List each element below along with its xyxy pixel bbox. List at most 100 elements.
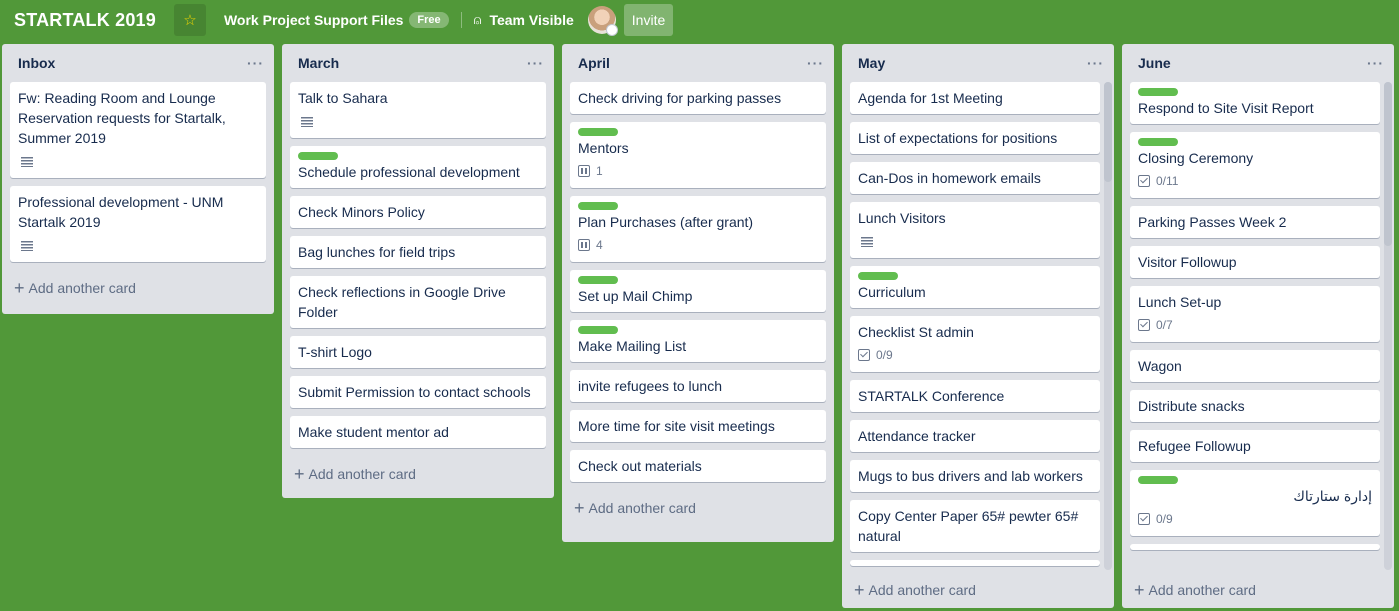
list-menu-icon[interactable]: ···: [807, 55, 824, 71]
card-label[interactable]: [1138, 476, 1178, 484]
card[interactable]: Make Mailing List: [570, 320, 826, 362]
attachment-count: 1: [596, 164, 603, 178]
card[interactable]: Professional development - UNM Startalk …: [10, 186, 266, 262]
card[interactable]: Copy Center Paper 65# pewter 65# natural: [850, 500, 1100, 552]
list-menu-icon[interactable]: ···: [1087, 55, 1104, 71]
card[interactable]: Schedule professional development: [290, 146, 546, 188]
card[interactable]: STARTALK Conference: [850, 380, 1100, 412]
card[interactable]: Make student mentor ad: [290, 416, 546, 448]
card-title: Set up Mail Chimp: [578, 288, 693, 304]
card-title: Bag lunches for field trips: [298, 244, 456, 260]
checklist-icon: [1138, 175, 1150, 187]
list-title[interactable]: Inbox: [18, 55, 55, 71]
card-label[interactable]: [578, 128, 618, 136]
add-card-button[interactable]: + Add another card: [842, 572, 1114, 608]
invite-button[interactable]: Invite: [623, 4, 674, 36]
card[interactable]: Parking Passes Week 2: [1130, 206, 1380, 238]
card-title: Lunch Visitors: [858, 210, 946, 226]
board-title[interactable]: STARTALK 2019: [14, 10, 156, 31]
card[interactable]: Can-Dos in homework emails: [850, 162, 1100, 194]
card[interactable]: Fw: Reading Room and Lounge Reservation …: [10, 82, 266, 178]
list-march: March ··· Talk to Sahara Schedule profes…: [282, 44, 554, 498]
card-title: Attendance tracker: [858, 428, 976, 444]
team-name[interactable]: Work Project Support Files: [224, 12, 403, 28]
list-menu-icon[interactable]: ···: [1367, 55, 1384, 71]
card-partial[interactable]: [1130, 544, 1380, 550]
list-title[interactable]: April: [578, 55, 610, 71]
card[interactable]: Curriculum: [850, 266, 1100, 308]
card-title: Distribute snacks: [1138, 398, 1245, 414]
avatar[interactable]: [587, 6, 618, 36]
checklist-icon: [1138, 319, 1150, 331]
list-scrollbar[interactable]: [1104, 82, 1112, 570]
card-title: Plan Purchases (after grant): [578, 214, 754, 230]
card[interactable]: Check out materials: [570, 450, 826, 482]
description-icon: [301, 117, 313, 127]
plus-icon: +: [1134, 580, 1145, 600]
card-label[interactable]: [298, 152, 338, 160]
card-label[interactable]: [578, 326, 618, 334]
list-header: Inbox ···: [2, 44, 274, 82]
card[interactable]: Plan Purchases (after grant) 4: [570, 196, 826, 262]
add-card-button[interactable]: + Add another card: [282, 456, 554, 492]
card[interactable]: Attendance tracker: [850, 420, 1100, 452]
card[interactable]: List of expectations for positions: [850, 122, 1100, 154]
scrollbar-thumb[interactable]: [1104, 82, 1112, 182]
visibility-button[interactable]: Team Visible: [489, 12, 573, 28]
add-card-button[interactable]: + Add another card: [562, 490, 834, 526]
list-title[interactable]: May: [858, 55, 885, 71]
add-card-button[interactable]: + Add another card: [2, 270, 274, 306]
card[interactable]: Closing Ceremony 0/11: [1130, 132, 1380, 198]
card[interactable]: Talk to Sahara: [290, 82, 546, 138]
card[interactable]: T-shirt Logo: [290, 336, 546, 368]
card-title: Schedule professional development: [298, 164, 520, 180]
card[interactable]: Visitor Followup: [1130, 246, 1380, 278]
card-label[interactable]: [578, 202, 618, 210]
list-scrollbar[interactable]: [1384, 82, 1392, 570]
card-title: Wagon: [1138, 358, 1182, 374]
card[interactable]: إدارة ستارتاك 0/9: [1130, 470, 1380, 536]
card[interactable]: invite refugees to lunch: [570, 370, 826, 402]
card[interactable]: Submit Permission to contact schools: [290, 376, 546, 408]
list-menu-icon[interactable]: ···: [527, 55, 544, 71]
card[interactable]: Lunch Visitors: [850, 202, 1100, 258]
card-label[interactable]: [858, 272, 898, 280]
card-title: invite refugees to lunch: [578, 378, 722, 394]
card-label[interactable]: [1138, 88, 1178, 96]
star-button[interactable]: ☆: [173, 4, 206, 36]
card[interactable]: Distribute snacks: [1130, 390, 1380, 422]
list-title[interactable]: June: [1138, 55, 1171, 71]
card-partial[interactable]: [850, 560, 1100, 566]
card-title: Professional development - UNM Startalk …: [18, 194, 224, 230]
scrollbar-thumb[interactable]: [1384, 82, 1392, 246]
card-label[interactable]: [578, 276, 618, 284]
card[interactable]: Check reflections in Google Drive Folder: [290, 276, 546, 328]
card-label[interactable]: [1138, 138, 1178, 146]
card-title: Make Mailing List: [578, 338, 687, 354]
card[interactable]: More time for site visit meetings: [570, 410, 826, 442]
card-title: Talk to Sahara: [298, 90, 388, 106]
card[interactable]: Bag lunches for field trips: [290, 236, 546, 268]
add-card-button[interactable]: + Add another card: [1122, 572, 1394, 608]
list-april: April ··· Check driving for parking pass…: [562, 44, 834, 542]
card[interactable]: Check Minors Policy: [290, 196, 546, 228]
list-title[interactable]: March: [298, 55, 339, 71]
card[interactable]: Mentors 1: [570, 122, 826, 188]
card-title: إدارة ستارتاك: [1293, 488, 1372, 504]
card-title: Copy Center Paper 65# pewter 65# natural: [858, 508, 1079, 544]
card[interactable]: Set up Mail Chimp: [570, 270, 826, 312]
card[interactable]: Checklist St admin 0/9: [850, 316, 1100, 372]
card[interactable]: Lunch Set-up 0/7: [1130, 286, 1380, 342]
list-menu-icon[interactable]: ···: [247, 55, 264, 71]
card[interactable]: Refugee Followup: [1130, 430, 1380, 462]
card[interactable]: Agenda for 1st Meeting: [850, 82, 1100, 114]
header-divider: [460, 12, 462, 28]
card[interactable]: Respond to Site Visit Report: [1130, 82, 1380, 124]
list-june: June ··· Respond to Site Visit Report Cl…: [1122, 44, 1394, 608]
card[interactable]: Check driving for parking passes: [570, 82, 826, 114]
card[interactable]: Mugs to bus drivers and lab workers: [850, 460, 1100, 492]
board-header: STARTALK 2019 ☆ Work Project Support Fil…: [0, 0, 1399, 40]
checklist-icon: [1138, 513, 1150, 525]
card[interactable]: Wagon: [1130, 350, 1380, 382]
card-title: Lunch Set-up: [1138, 294, 1222, 310]
